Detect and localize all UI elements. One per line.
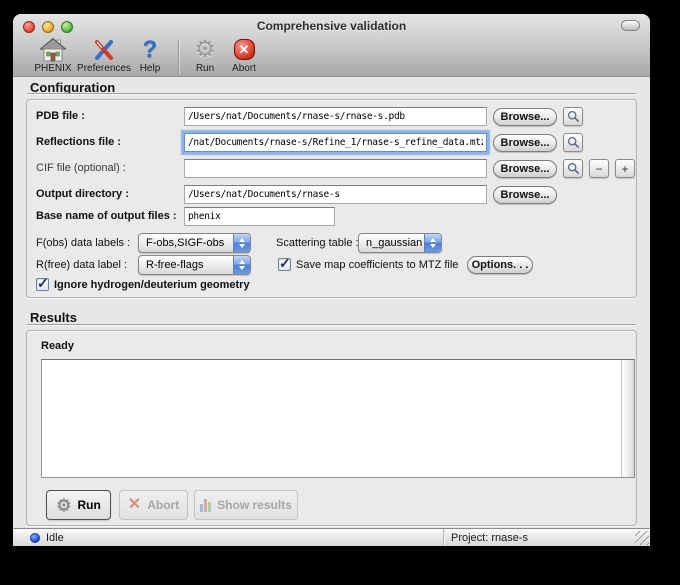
toolbar-label-preferences: Preferences (77, 63, 131, 74)
checkmark-icon: ✓ (37, 275, 49, 292)
minus-icon: − (595, 162, 602, 176)
dropdown-stepper-icon (233, 256, 250, 274)
scattering-dropdown[interactable]: n_gaussian (358, 233, 442, 253)
output-browse-button[interactable]: Browse... (493, 186, 557, 204)
rfree-value: R-free-flags (139, 256, 233, 274)
fobs-value: F-obs,SIGF-obs (139, 234, 233, 252)
results-heading: Results (30, 310, 77, 325)
toolbar-toggle-button[interactable] (621, 20, 640, 31)
rfree-dropdown[interactable]: R-free-flags (138, 255, 251, 275)
base-name-input[interactable] (184, 207, 335, 226)
show-results-label: Show results (217, 498, 292, 512)
search-icon (567, 162, 580, 175)
options-button[interactable]: Options. . . (467, 256, 533, 274)
pdb-file-input[interactable] (184, 107, 487, 126)
dropdown-stepper-icon (424, 234, 441, 252)
results-divider (27, 324, 636, 325)
toolbar-button-run[interactable]: ⚙ Run (187, 37, 223, 74)
home-icon (40, 37, 66, 62)
scattering-label: Scattering table : (276, 237, 359, 249)
cif-browse-button[interactable]: Browse... (493, 160, 557, 178)
status-separator (443, 529, 444, 546)
idle-status-dot (30, 533, 40, 543)
base-name-label: Base name of output files : (36, 210, 177, 222)
cif-file-label: CIF file (optional) : (36, 162, 126, 174)
checkmark-icon: ✓ (279, 255, 291, 272)
save-map-label: Save map coefficients to MTZ file (296, 259, 458, 271)
search-icon (567, 110, 580, 123)
pdb-search-button[interactable] (563, 107, 583, 126)
plus-icon: + (621, 162, 628, 176)
configuration-divider (27, 93, 636, 94)
toolbar-separator (178, 40, 179, 74)
scattering-value: n_gaussian (359, 234, 424, 252)
red-x-icon: ✕ (128, 497, 141, 513)
toolbar-button-phenix[interactable]: PHENIX (30, 37, 76, 74)
run-button[interactable]: ⚙ Run (46, 490, 111, 520)
configuration-groupbox: PDB file : Browse... Reflections file : … (26, 99, 637, 298)
pdb-browse-button[interactable]: Browse... (493, 108, 557, 126)
rfree-label: R(free) data label : (36, 259, 127, 271)
window-title: Comprehensive validation (13, 19, 650, 33)
toolbar-label-abort: Abort (232, 63, 256, 74)
cif-remove-button[interactable]: − (589, 159, 609, 178)
gear-icon: ⚙ (56, 497, 71, 514)
pdb-file-label: PDB file : (36, 110, 85, 122)
reflections-file-input[interactable] (184, 133, 487, 152)
cif-add-button[interactable]: + (615, 159, 635, 178)
cif-file-input[interactable] (184, 159, 487, 178)
dropdown-stepper-icon (233, 234, 250, 252)
save-map-checkbox[interactable]: ✓ (278, 258, 291, 271)
reflections-file-label: Reflections file : (36, 136, 121, 148)
fobs-dropdown[interactable]: F-obs,SIGF-obs (138, 233, 251, 253)
toolbar-label-phenix: PHENIX (34, 63, 71, 74)
project-label: Project: rnase-s (451, 532, 528, 544)
toolbar-button-help[interactable]: ? Help (132, 37, 168, 74)
help-icon: ? (143, 37, 158, 62)
search-icon (567, 136, 580, 149)
run-gear-icon: ⚙ (194, 37, 216, 62)
abort-button[interactable]: ✕ Abort (119, 490, 188, 520)
toolbar-button-preferences[interactable]: Preferences (76, 37, 132, 74)
toolbar-label-run: Run (196, 63, 214, 74)
results-groupbox: Ready ⚙ Run ✕ Abort Show results (26, 330, 637, 526)
titlebar[interactable]: Comprehensive validation (13, 14, 650, 38)
reflections-browse-button[interactable]: Browse... (493, 134, 557, 152)
window-header: Comprehensive validation (13, 14, 650, 77)
reflections-search-button[interactable] (563, 133, 583, 152)
content-area: Configuration PDB file : Browse... Refle… (13, 77, 650, 546)
show-results-button[interactable]: Show results (194, 490, 298, 520)
cif-search-button[interactable] (563, 159, 583, 178)
ignore-hd-checkbox[interactable]: ✓ (36, 278, 49, 291)
status-text: Idle (46, 532, 64, 544)
abort-x-icon: ✕ (234, 37, 255, 62)
output-directory-input[interactable] (184, 185, 487, 204)
fobs-label: F(obs) data labels : (36, 237, 130, 249)
toolbar: PHENIX Preferences ? Help (13, 38, 650, 77)
output-directory-label: Output directory : (36, 188, 129, 200)
app-window: Comprehensive validation (13, 14, 650, 546)
status-bar: Idle Project: rnase-s (13, 528, 650, 546)
toolbar-label-help: Help (140, 63, 161, 74)
screen-background: Comprehensive validation (0, 0, 680, 585)
results-status-label: Ready (41, 340, 74, 352)
toolbar-button-abort[interactable]: ✕ Abort (223, 37, 265, 74)
tools-icon (92, 37, 116, 62)
run-button-label: Run (77, 498, 100, 512)
bar-chart-icon (200, 499, 211, 512)
scrollbar[interactable] (621, 360, 634, 477)
abort-button-label: Abort (147, 498, 179, 512)
results-log-area[interactable] (41, 359, 635, 478)
resize-grip[interactable] (635, 531, 649, 545)
ignore-hd-label: Ignore hydrogen/deuterium geometry (54, 279, 250, 291)
